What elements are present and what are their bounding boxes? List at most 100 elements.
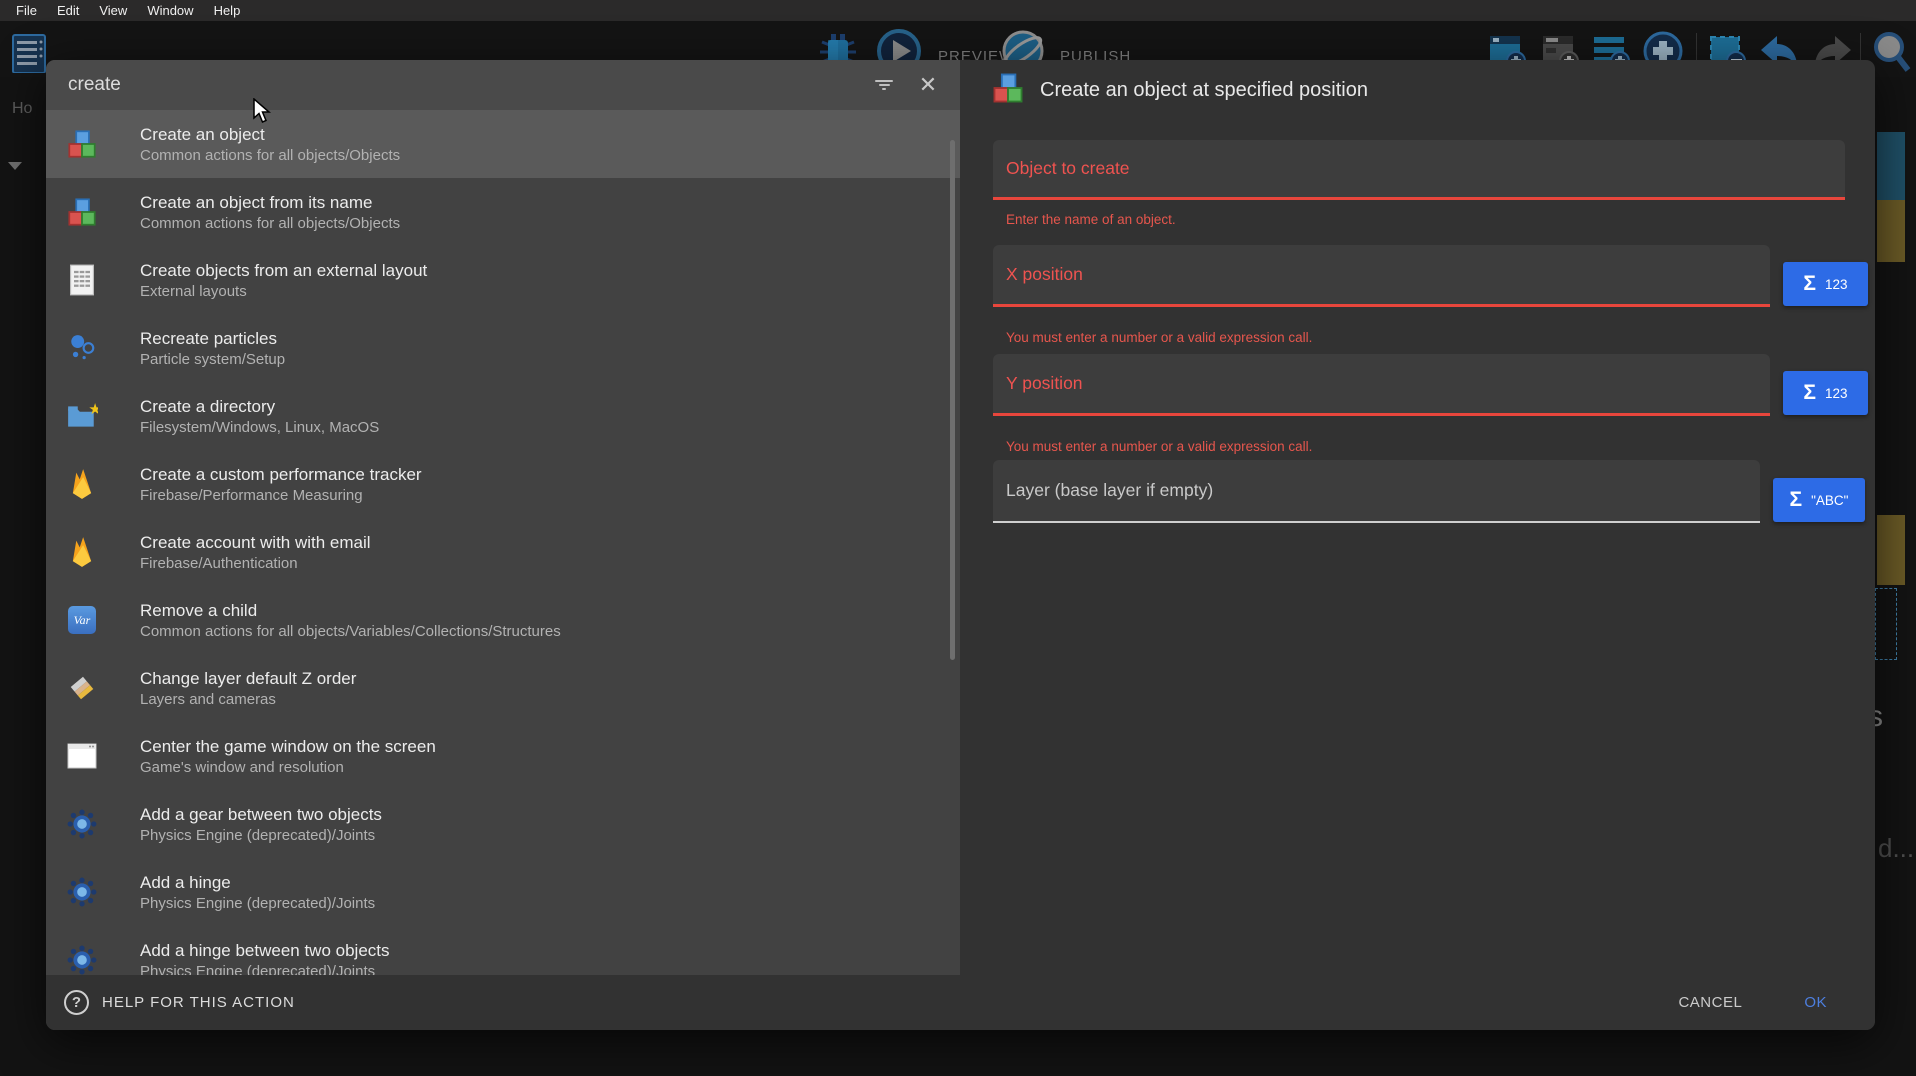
item-title: Add a gear between two objects	[140, 803, 382, 826]
physics-joint-icon	[64, 874, 100, 910]
help-button-label: HELP FOR THIS ACTION	[102, 994, 295, 1011]
item-subtitle: Physics Engine (deprecated)/Joints	[140, 894, 375, 914]
item-subtitle: External layouts	[140, 282, 427, 302]
home-tab-fragment: Ho	[12, 100, 32, 118]
particles-icon	[64, 330, 100, 366]
x-position-field[interactable]: X position	[993, 245, 1770, 307]
cancel-button[interactable]: CANCEL	[1678, 994, 1742, 1011]
firebase-icon	[64, 534, 100, 570]
list-item-add-gear[interactable]: Add a gear between two objectsPhysics En…	[46, 790, 960, 858]
list-item-create-object-from-name[interactable]: Create an object from its nameCommon act…	[46, 178, 960, 246]
search-bar: ✕	[46, 60, 960, 110]
list-item-center-game-window[interactable]: Center the game window on the screenGame…	[46, 722, 960, 790]
list-scrollbar[interactable]	[950, 140, 955, 660]
physics-joint-icon	[64, 806, 100, 842]
y-field-error: You must enter a number or a valid expre…	[1006, 439, 1312, 454]
sigma-icon: Σ	[1790, 488, 1803, 512]
item-subtitle: Common actions for all objects/Variables…	[140, 622, 561, 642]
list-item-create-account-email[interactable]: Create account with with emailFirebase/A…	[46, 518, 960, 586]
menu-window[interactable]: Window	[137, 0, 203, 21]
filter-icon[interactable]	[866, 67, 902, 103]
expression-button-label: 123	[1825, 386, 1848, 401]
item-subtitle: Common actions for all objects/Objects	[140, 214, 400, 234]
bg-olive-strip	[1877, 200, 1905, 262]
layer-z-order-icon	[64, 670, 100, 706]
action-editor-dialog: ✕ Create an objectCommon actions for all…	[46, 60, 1875, 1030]
dropdown-arrow-icon[interactable]	[8, 162, 22, 170]
object-to-create-field[interactable]: Object to create	[993, 140, 1845, 200]
item-title: Create account with with email	[140, 531, 371, 554]
bg-selection-outline	[1875, 588, 1897, 660]
layer-expression-button[interactable]: Σ "ABC"	[1773, 478, 1865, 522]
object-to-create-label: Object to create	[1006, 158, 1130, 179]
y-position-label: Y position	[1006, 373, 1083, 394]
list-item-create-performance-tracker[interactable]: Create a custom performance trackerFireb…	[46, 450, 960, 518]
sigma-icon: Σ	[1803, 272, 1816, 296]
item-title: Create an object from its name	[140, 191, 400, 214]
bg-text-fragment: d...	[1878, 833, 1914, 864]
y-expression-button[interactable]: Σ 123	[1783, 371, 1868, 415]
item-title: Center the game window on the screen	[140, 735, 436, 758]
bg-teal-strip	[1877, 132, 1905, 200]
item-title: Recreate particles	[140, 327, 285, 350]
menubar: File Edit View Window Help	[0, 0, 1916, 21]
item-title: Create a custom performance tracker	[140, 463, 422, 486]
layer-field[interactable]: Layer (base layer if empty)	[993, 460, 1760, 523]
list-item-recreate-particles[interactable]: Recreate particlesParticle system/Setup	[46, 314, 960, 382]
list-item-add-hinge[interactable]: Add a hingePhysics Engine (deprecated)/J…	[46, 858, 960, 926]
x-expression-button[interactable]: Σ 123	[1783, 262, 1868, 306]
item-title: Create objects from an external layout	[140, 259, 427, 282]
menu-edit[interactable]: Edit	[47, 0, 89, 21]
item-subtitle: Physics Engine (deprecated)/Joints	[140, 962, 390, 976]
firebase-icon	[64, 466, 100, 502]
action-search-panel: ✕ Create an objectCommon actions for all…	[46, 60, 960, 1030]
layer-field-label: Layer (base layer if empty)	[1006, 480, 1213, 501]
bg-olive-strip	[1877, 515, 1905, 585]
app-window: File Edit View Window Help PREVIEW PUBLI…	[0, 0, 1916, 1076]
physics-joint-icon	[64, 942, 100, 975]
expression-button-label: "ABC"	[1811, 493, 1848, 508]
item-subtitle: Layers and cameras	[140, 690, 356, 710]
item-subtitle: Common actions for all objects/Objects	[140, 146, 400, 166]
menu-view[interactable]: View	[89, 0, 137, 21]
item-subtitle: Firebase/Authentication	[140, 554, 371, 574]
action-result-list: Create an objectCommon actions for all o…	[46, 110, 960, 975]
folder-star-icon: ★	[64, 398, 100, 434]
item-title: Add a hinge between two objects	[140, 939, 390, 962]
panel-title: Create an object at specified position	[1040, 79, 1368, 102]
sigma-icon: Σ	[1803, 381, 1816, 405]
list-item-change-layer-z-order[interactable]: Change layer default Z orderLayers and c…	[46, 654, 960, 722]
item-title: Add a hinge	[140, 871, 375, 894]
expression-button-label: 123	[1825, 277, 1848, 292]
list-item-remove-a-child[interactable]: Var Remove a childCommon actions for all…	[46, 586, 960, 654]
action-config-panel: Create an object at specified position O…	[960, 60, 1875, 1030]
y-position-field[interactable]: Y position	[993, 354, 1770, 416]
menu-help[interactable]: Help	[204, 0, 251, 21]
object-field-hint: Enter the name of an object.	[1006, 212, 1176, 227]
x-field-error: You must enter a number or a valid expre…	[1006, 330, 1312, 345]
search-input[interactable]	[46, 74, 866, 96]
game-window-icon	[64, 738, 100, 774]
item-subtitle: Physics Engine (deprecated)/Joints	[140, 826, 382, 846]
svg-text:★: ★	[88, 401, 98, 418]
list-item-create-an-object[interactable]: Create an objectCommon actions for all o…	[46, 110, 960, 178]
variable-badge-icon: Var	[64, 602, 100, 638]
item-title: Create a directory	[140, 395, 379, 418]
menu-file[interactable]: File	[6, 0, 47, 21]
list-item-create-directory[interactable]: ★ Create a directoryFilesystem/Windows, …	[46, 382, 960, 450]
list-item-add-hinge-two-objects[interactable]: Add a hinge between two objectsPhysics E…	[46, 926, 960, 975]
list-item-create-from-external-layout[interactable]: Create objects from an external layoutEx…	[46, 246, 960, 314]
item-subtitle: Firebase/Performance Measuring	[140, 486, 422, 506]
item-subtitle: Game's window and resolution	[140, 758, 436, 778]
help-button[interactable]: ? HELP FOR THIS ACTION	[64, 990, 295, 1015]
item-title: Change layer default Z order	[140, 667, 356, 690]
dialog-footer: ? HELP FOR THIS ACTION CANCEL OK	[46, 975, 1875, 1030]
objects-cubes-icon	[992, 72, 1024, 109]
item-subtitle: Particle system/Setup	[140, 350, 285, 370]
x-position-label: X position	[1006, 264, 1083, 285]
help-icon: ?	[64, 990, 89, 1015]
ok-button[interactable]: OK	[1804, 994, 1827, 1011]
objects-cubes-icon	[64, 194, 100, 230]
objects-cubes-icon	[64, 126, 100, 162]
close-icon[interactable]: ✕	[910, 67, 946, 103]
